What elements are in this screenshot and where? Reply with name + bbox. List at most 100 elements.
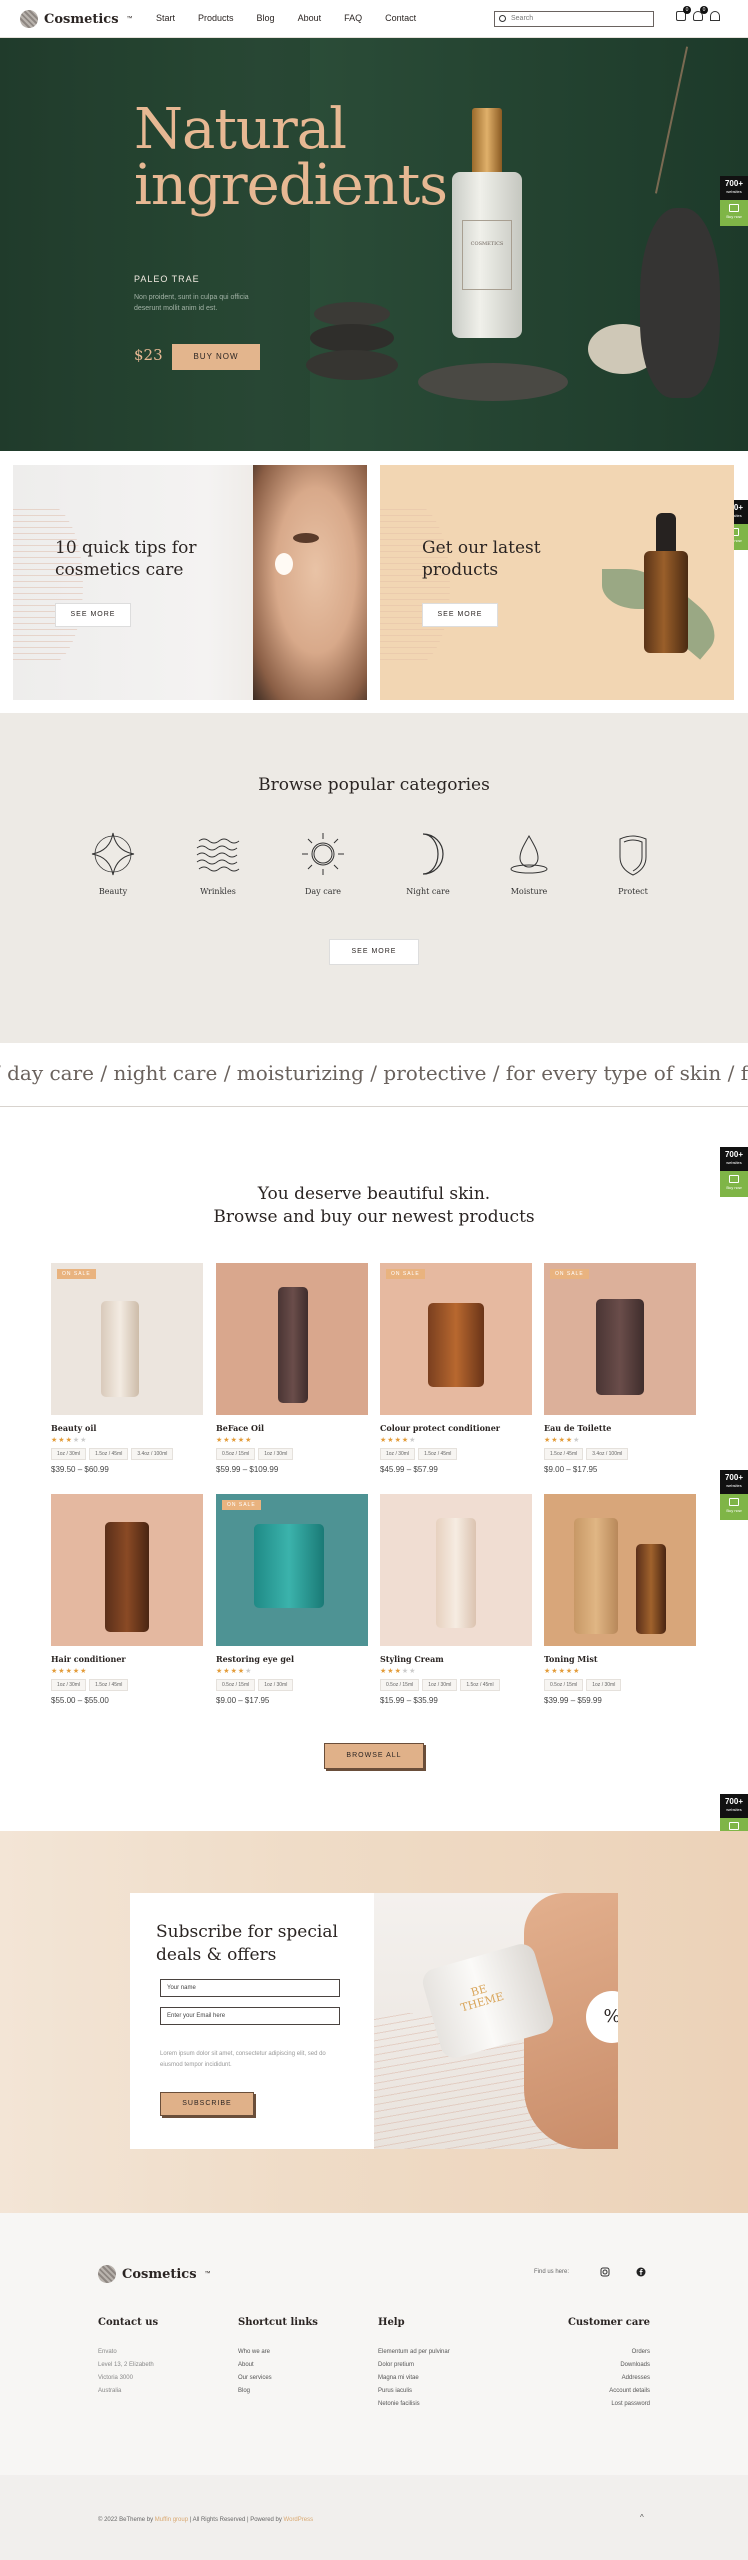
product-image[interactable]: [216, 1263, 368, 1415]
size-option[interactable]: 1oz / 30ml: [258, 1679, 294, 1691]
product-card[interactable]: Hair conditioner ★★★★★ 1oz / 30ml 1.5oz / 4…: [51, 1494, 203, 1705]
category-day-care[interactable]: Day care: [283, 831, 363, 896]
category-wrinkles[interactable]: Wrinkles: [178, 831, 258, 896]
footer-link[interactable]: Addresses: [560, 2372, 650, 2385]
wordpress-link[interactable]: WordPress: [284, 2517, 314, 2523]
cart-icon[interactable]: 0: [676, 6, 691, 21]
heart-icon[interactable]: 0: [693, 6, 708, 21]
product-card[interactable]: Toning Mist ★★★★★ 0.5oz / 15ml 1oz / 30ml $3…: [544, 1494, 696, 1705]
product-image[interactable]: [544, 1494, 696, 1646]
footer-link[interactable]: Lost password: [560, 2398, 650, 2411]
footer-link[interactable]: Blog: [238, 2385, 318, 2398]
footer-link[interactable]: Our services: [238, 2372, 318, 2385]
category-night-care[interactable]: Night care: [388, 831, 468, 896]
category-beauty[interactable]: Beauty: [73, 831, 153, 896]
side-badge-buy[interactable]: Buy now: [720, 200, 748, 226]
product-name[interactable]: Restoring eye gel: [216, 1654, 368, 1664]
size-option[interactable]: 0.5oz / 15ml: [216, 1679, 256, 1691]
search-input[interactable]: Search: [494, 11, 654, 27]
size-option[interactable]: 0.5oz / 15ml: [380, 1679, 420, 1691]
nav-blog[interactable]: Blog: [257, 13, 275, 23]
footer-link[interactable]: Purus iaculis: [378, 2385, 450, 2398]
email-field[interactable]: Enter your Email here: [160, 2007, 340, 2025]
nav-about[interactable]: About: [298, 13, 322, 23]
product-name[interactable]: Colour protect conditioner: [380, 1423, 532, 1433]
product-card[interactable]: ON SALE Eau de Toilette ★★★★★ 1.5oz / 45ml 3…: [544, 1263, 696, 1474]
footer-link[interactable]: Magna mi vitae: [378, 2372, 450, 2385]
product-name[interactable]: Styling Cream: [380, 1654, 532, 1664]
star-icon: ★: [409, 1668, 417, 1675]
name-field[interactable]: Your name: [160, 1979, 340, 1997]
subscribe-note: Lorem ipsum dolor sit amet, consectetur …: [160, 2051, 326, 2068]
product-image[interactable]: ON SALE: [544, 1263, 696, 1415]
facebook-icon[interactable]: [636, 2267, 646, 2277]
nav-faq[interactable]: FAQ: [344, 13, 362, 23]
products-title-line2: Browse and buy our newest products: [213, 1207, 535, 1227]
product-card[interactable]: ON SALE Restoring eye gel ★★★★★ 0.5oz / 15m…: [216, 1494, 368, 1705]
product-name[interactable]: Toning Mist: [544, 1654, 696, 1664]
product-card[interactable]: ON SALE Colour protect conditioner ★★★★★ 1o…: [380, 1263, 532, 1474]
size-option[interactable]: 3.4oz / 100ml: [586, 1448, 629, 1460]
star-icon: ★: [80, 1437, 88, 1444]
footer-link[interactable]: Netonie facilisis: [378, 2398, 450, 2411]
muffin-link[interactable]: Muffin group: [155, 2517, 188, 2523]
product-image[interactable]: ON SALE: [216, 1494, 368, 1646]
size-option[interactable]: 1.5oz / 45ml: [418, 1448, 458, 1460]
product-image[interactable]: ON SALE: [51, 1263, 203, 1415]
nav-contact[interactable]: Contact: [385, 13, 416, 23]
footer-link[interactable]: Downloads: [560, 2359, 650, 2372]
size-option[interactable]: 1.5oz / 45ml: [460, 1679, 500, 1691]
footer-link[interactable]: Account details: [560, 2385, 650, 2398]
product-name[interactable]: Beauty oil: [51, 1423, 203, 1433]
stone-image: [640, 208, 720, 398]
size-option[interactable]: 1oz / 30ml: [422, 1679, 458, 1691]
size-option[interactable]: 0.5oz / 15ml: [216, 1448, 256, 1460]
size-option[interactable]: 1oz / 30ml: [51, 1679, 87, 1691]
size-option[interactable]: 1oz / 30ml: [51, 1448, 87, 1460]
subscribe-section: Subscribe for special deals & offers You…: [0, 1831, 748, 2213]
footer-link[interactable]: Elementum ad per pulvinar: [378, 2346, 450, 2359]
size-option[interactable]: 1.5oz / 45ml: [89, 1679, 129, 1691]
size-option[interactable]: 1oz / 30ml: [380, 1448, 416, 1460]
side-badge[interactable]: 700+websites Buy now: [720, 1470, 748, 1520]
logo[interactable]: Cosmetics ™: [20, 10, 133, 28]
promo-see-more-button[interactable]: SEE MORE: [55, 603, 131, 627]
footer-link[interactable]: About: [238, 2359, 318, 2372]
promo-card-tips[interactable]: 10 quick tips for cosmetics care SEE MOR…: [13, 465, 367, 700]
size-option[interactable]: 1oz / 30ml: [258, 1448, 294, 1460]
back-to-top-icon[interactable]: ^: [640, 2513, 644, 2522]
footer-link[interactable]: Orders: [560, 2346, 650, 2359]
footer-link[interactable]: Who we are: [238, 2346, 318, 2359]
product-name[interactable]: BeFace Oil: [216, 1423, 368, 1433]
size-option[interactable]: 1.5oz / 45ml: [89, 1448, 129, 1460]
size-option[interactable]: 3.4oz / 100ml: [131, 1448, 174, 1460]
size-option[interactable]: 0.5oz / 15ml: [544, 1679, 584, 1691]
size-option[interactable]: 1oz / 30ml: [586, 1679, 622, 1691]
product-name[interactable]: Eau de Toilette: [544, 1423, 696, 1433]
product-image[interactable]: [380, 1494, 532, 1646]
side-badge[interactable]: 700+websites Buy now: [720, 176, 748, 226]
bag-icon: [729, 204, 739, 212]
user-icon[interactable]: [710, 11, 720, 21]
category-protect[interactable]: Protect: [593, 831, 673, 896]
nav-start[interactable]: Start: [156, 13, 175, 23]
nav-products[interactable]: Products: [198, 13, 234, 23]
categories-see-more-button[interactable]: SEE MORE: [329, 939, 419, 965]
promo-card-latest[interactable]: Get our latest products SEE MORE: [380, 465, 734, 700]
footer-logo[interactable]: Cosmetics ™: [98, 2265, 211, 2283]
instagram-icon[interactable]: [600, 2267, 610, 2277]
product-card[interactable]: BeFace Oil ★★★★★ 0.5oz / 15ml 1oz / 30ml $59…: [216, 1263, 368, 1474]
category-moisture[interactable]: Moisture: [489, 831, 569, 896]
product-image[interactable]: ON SALE: [380, 1263, 532, 1415]
bottle-cap: [472, 108, 502, 176]
hero-buy-button[interactable]: BUY NOW: [172, 344, 260, 370]
product-image[interactable]: [51, 1494, 203, 1646]
subscribe-button[interactable]: SUBSCRIBE: [160, 2092, 254, 2116]
size-option[interactable]: 1.5oz / 45ml: [544, 1448, 584, 1460]
product-name[interactable]: Hair conditioner: [51, 1654, 203, 1664]
promo-see-more-button[interactable]: SEE MORE: [422, 603, 498, 627]
product-card[interactable]: Styling Cream ★★★★★ 0.5oz / 15ml 1oz / 30ml…: [380, 1494, 532, 1705]
product-card[interactable]: ON SALE Beauty oil ★★★★★ 1oz / 30ml 1.5oz / …: [51, 1263, 203, 1474]
footer-link[interactable]: Dolor pretium: [378, 2359, 450, 2372]
browse-all-button[interactable]: BROWSE ALL: [324, 1743, 424, 1769]
